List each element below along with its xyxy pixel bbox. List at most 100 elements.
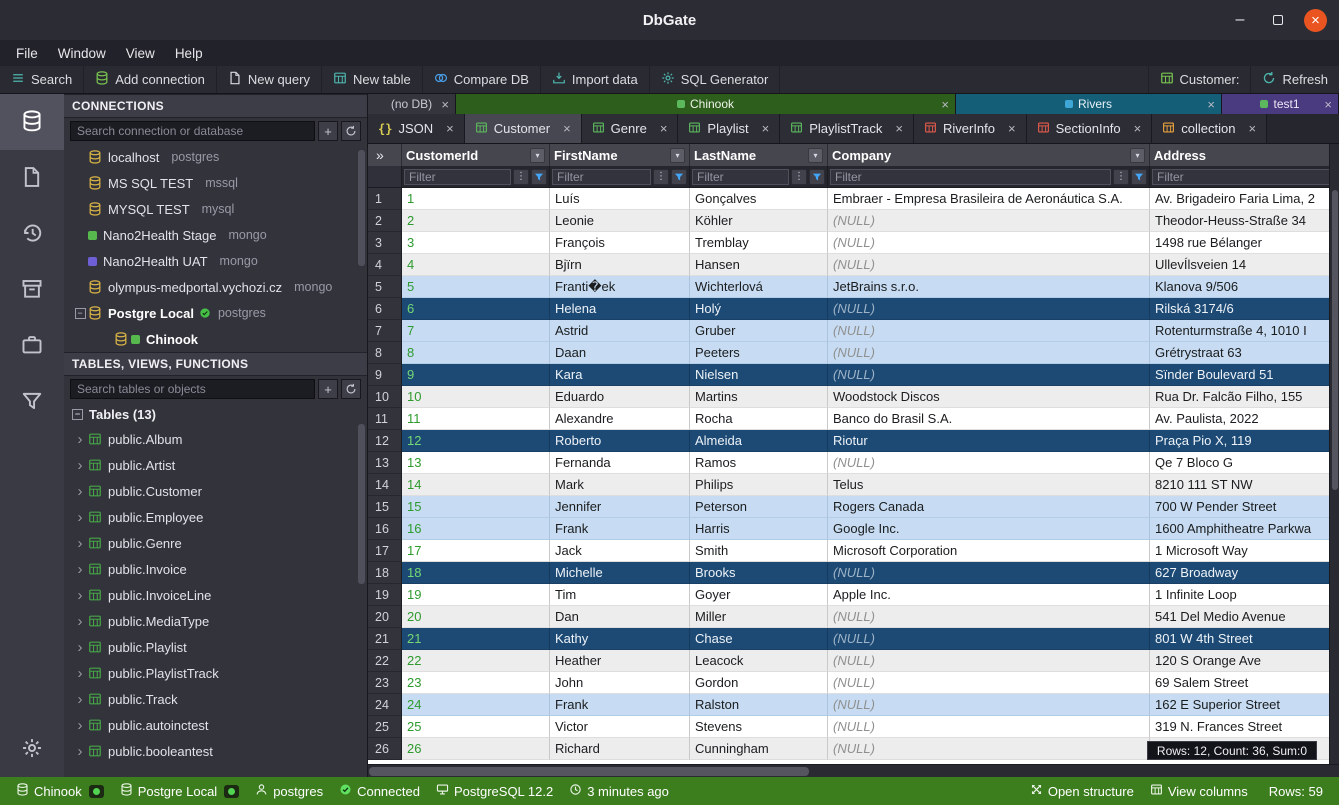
cell-customerid[interactable]: 23 [402, 672, 550, 694]
minimize-button[interactable]: – [1228, 8, 1252, 32]
cell-firstname[interactable]: Helena [550, 298, 690, 320]
horizontal-scrollbar[interactable] [368, 764, 1339, 777]
table-row[interactable]: 6 6HelenaHolý(NULL)Rilská 3174/6 [368, 298, 1339, 320]
cell-customerid[interactable]: 4 [402, 254, 550, 276]
cell-lastname[interactable]: Stevens [690, 716, 828, 738]
close-tab-icon[interactable]: × [441, 97, 449, 112]
table-row[interactable]: 23 23JohnGordon(NULL)69 Salem Street [368, 672, 1339, 694]
tab-riverinfo[interactable]: RiverInfo × [914, 114, 1027, 143]
status-postgres[interactable]: postgres [247, 783, 331, 799]
cell-firstname[interactable]: Franti�ek [550, 276, 690, 298]
table-public-employee[interactable]: › public.Employee [64, 504, 367, 530]
cell-address[interactable]: Klanova 9/506 [1150, 276, 1339, 298]
cell-company[interactable]: Apple Inc. [828, 584, 1150, 606]
connections-search-input[interactable] [70, 121, 315, 141]
cell-customerid[interactable]: 9 [402, 364, 550, 386]
close-tab-icon[interactable]: × [563, 121, 571, 136]
cell-company[interactable]: JetBrains s.r.o. [828, 276, 1150, 298]
tables-group[interactable]: − Tables (13) [64, 402, 367, 426]
connection-nano2health-uat[interactable]: Nano2Health UAT mongo [64, 248, 367, 274]
table-public-genre[interactable]: › public.Genre [64, 530, 367, 556]
cell-company[interactable]: Riotur [828, 430, 1150, 452]
column-header-lastname[interactable]: LastName ▾ [690, 144, 828, 166]
cell-firstname[interactable]: Richard [550, 738, 690, 760]
cell-firstname[interactable]: Frank [550, 518, 690, 540]
cell-company[interactable]: (NULL) [828, 452, 1150, 474]
expand-chevron-icon[interactable]: › [72, 717, 88, 734]
cell-address[interactable]: UllevÍlsveien 14 [1150, 254, 1339, 276]
expand-chevron-icon[interactable]: › [72, 457, 88, 474]
menu-file[interactable]: File [6, 40, 48, 66]
close-tab-icon[interactable]: × [1324, 97, 1332, 112]
collapse-icon[interactable]: − [72, 409, 83, 420]
activity-connections[interactable] [0, 94, 64, 150]
expand-chevron-icon[interactable]: › [72, 665, 88, 682]
refresh-objects-button[interactable] [341, 379, 361, 399]
table-row[interactable]: 24 24FrankRalston(NULL)162 E Superior St… [368, 694, 1339, 716]
close-tab-icon[interactable]: × [1008, 121, 1016, 136]
cell-firstname[interactable]: Jennifer [550, 496, 690, 518]
expand-chevron-icon[interactable]: › [72, 691, 88, 708]
table-row[interactable]: 22 22HeatherLeacock(NULL)120 S Orange Av… [368, 650, 1339, 672]
cell-firstname[interactable]: Heather [550, 650, 690, 672]
cell-address[interactable]: 319 N. Frances Street [1150, 716, 1339, 738]
expand-chevron-icon[interactable]: › [72, 613, 88, 630]
cell-company[interactable]: Microsoft Corporation [828, 540, 1150, 562]
activity-history[interactable] [0, 206, 64, 262]
close-tab-icon[interactable]: × [1134, 121, 1142, 136]
connection-mysql-test[interactable]: MYSQL TEST mysql [64, 196, 367, 222]
connection-olympus-medportal-vychozi-cz[interactable]: olympus-medportal.vychozi.cz mongo [64, 274, 367, 300]
collapse-icon[interactable]: − [75, 308, 86, 319]
status-chinook[interactable]: Chinook [8, 783, 112, 799]
table-row[interactable]: 18 18MichelleBrooks(NULL)627 Broadway [368, 562, 1339, 584]
db-tab-rivers[interactable]: Rivers × [956, 94, 1222, 114]
status-view-columns[interactable]: View columns [1142, 783, 1256, 799]
cell-firstname[interactable]: Fernanda [550, 452, 690, 474]
cell-company[interactable]: (NULL) [828, 298, 1150, 320]
table-public-booleantest[interactable]: › public.booleantest [64, 738, 367, 764]
filter-menu-button[interactable]: ⋮ [513, 169, 529, 185]
cell-customerid[interactable]: 21 [402, 628, 550, 650]
cell-address[interactable]: Qe 7 Bloco G [1150, 452, 1339, 474]
objects-search-input[interactable] [70, 379, 315, 399]
menu-window[interactable]: Window [48, 40, 116, 66]
cell-firstname[interactable]: Astrid [550, 320, 690, 342]
cell-address[interactable]: Rua Dr. Falcão Filho, 155 [1150, 386, 1339, 408]
expand-chevron-icon[interactable]: › [72, 587, 88, 604]
table-public-track[interactable]: › public.Track [64, 686, 367, 712]
filter-funnel-button[interactable] [1131, 169, 1147, 185]
cell-address[interactable]: 801 W 4th Street [1150, 628, 1339, 650]
table-public-playlist[interactable]: › public.Playlist [64, 634, 367, 660]
cell-lastname[interactable]: Harris [690, 518, 828, 540]
cell-address[interactable]: Av. Brigadeiro Faria Lima, 2 [1150, 188, 1339, 210]
cell-lastname[interactable]: Smith [690, 540, 828, 562]
table-row[interactable]: 15 15JenniferPetersonRogers Canada700 W … [368, 496, 1339, 518]
cell-company[interactable]: Embraer - Empresa Brasileira de Aeronáut… [828, 188, 1150, 210]
status-3-minutes-ago[interactable]: 3 minutes ago [561, 783, 677, 799]
cell-lastname[interactable]: Leacock [690, 650, 828, 672]
cell-address[interactable]: 69 Salem Street [1150, 672, 1339, 694]
cell-lastname[interactable]: Hansen [690, 254, 828, 276]
column-dropdown-button[interactable]: ▾ [670, 148, 685, 163]
tab-genre[interactable]: Genre × [582, 114, 679, 143]
cell-firstname[interactable]: Dan [550, 606, 690, 628]
cell-company[interactable]: Telus [828, 474, 1150, 496]
cell-address[interactable]: 1 Microsoft Way [1150, 540, 1339, 562]
table-row[interactable]: 12 12RobertoAlmeidaRioturPraça Pio X, 11… [368, 430, 1339, 452]
table-row[interactable]: 8 8DaanPeeters(NULL)Grétrystraat 63 [368, 342, 1339, 364]
menu-view[interactable]: View [116, 40, 165, 66]
cell-address[interactable]: Theodor-Heuss-Straße 34 [1150, 210, 1339, 232]
grid-corner-expand-icon[interactable]: » [368, 144, 402, 166]
refresh-button[interactable]: Refresh [1250, 66, 1339, 93]
cell-address[interactable]: Grétrystraat 63 [1150, 342, 1339, 364]
table-row[interactable]: 11 11AlexandreRochaBanco do Brasil S.A.A… [368, 408, 1339, 430]
cell-customerid[interactable]: 16 [402, 518, 550, 540]
cell-lastname[interactable]: Ramos [690, 452, 828, 474]
cell-address[interactable]: Rotenturmstraße 4, 1010 I [1150, 320, 1339, 342]
expand-chevron-icon[interactable]: › [72, 639, 88, 656]
close-tab-icon[interactable]: × [446, 121, 454, 136]
cell-company[interactable]: (NULL) [828, 628, 1150, 650]
cell-lastname[interactable]: Goyer [690, 584, 828, 606]
cell-company[interactable]: (NULL) [828, 342, 1150, 364]
cell-company[interactable]: (NULL) [828, 232, 1150, 254]
